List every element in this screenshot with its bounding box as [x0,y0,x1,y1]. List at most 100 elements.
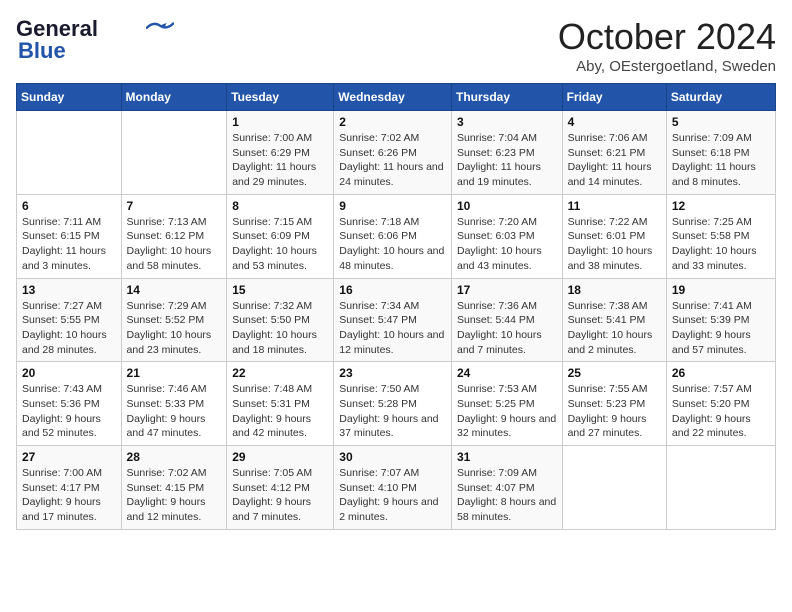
day-cell: 9 Sunrise: 7:18 AMSunset: 6:06 PMDaylight… [334,194,452,278]
day-info: Sunrise: 7:46 AMSunset: 5:33 PMDaylight:… [127,382,222,441]
day-cell: 14 Sunrise: 7:29 AMSunset: 5:52 PMDayligh… [121,278,227,362]
day-info: Sunrise: 7:05 AMSunset: 4:12 PMDaylight:… [232,466,328,525]
week-row-1: 1Sunrise: 7:00 AMSunset: 6:29 PMDaylight… [17,111,776,195]
day-info: Sunrise: 7:07 AMSunset: 4:10 PMDaylight:… [339,466,446,525]
day-info: Sunrise: 7:32 AMSunset: 5:50 PMDaylight:… [232,299,328,358]
day-number: 21 [127,366,222,380]
day-info: Sunrise: 7:41 AMSunset: 5:39 PMDaylight:… [672,299,770,358]
day-cell: 2 Sunrise: 7:02 AMSunset: 6:26 PMDaylight… [334,111,452,195]
day-number: 14 [127,283,222,297]
day-info: Sunrise: 7:43 AMSunset: 5:36 PMDaylight:… [22,382,116,441]
day-cell: 19 Sunrise: 7:41 AMSunset: 5:39 PMDayligh… [666,278,775,362]
day-info: Sunrise: 7:13 AMSunset: 6:12 PMDaylight:… [127,215,222,274]
day-info: Sunrise: 7:50 AMSunset: 5:28 PMDaylight:… [339,382,446,441]
day-cell [121,111,227,195]
day-info: Sunrise: 7:09 AMSunset: 6:18 PMDaylight:… [672,131,770,190]
header: General Blue October 2024 Aby, OEstergoe… [16,16,776,75]
header-row: SundayMondayTuesdayWednesdayThursdayFrid… [17,84,776,111]
day-number: 17 [457,283,557,297]
day-cell: 30 Sunrise: 7:07 AMSunset: 4:10 PMDayligh… [334,446,452,530]
day-number: 26 [672,366,770,380]
day-number: 20 [22,366,116,380]
day-info: Sunrise: 7:36 AMSunset: 5:44 PMDaylight:… [457,299,557,358]
day-info: Sunrise: 7:25 AMSunset: 5:58 PMDaylight:… [672,215,770,274]
day-info: Sunrise: 7:57 AMSunset: 5:20 PMDaylight:… [672,382,770,441]
day-number: 22 [232,366,328,380]
day-number: 30 [339,450,446,464]
day-cell [562,446,666,530]
day-info: Sunrise: 7:09 AMSunset: 4:07 PMDaylight:… [457,466,557,525]
day-info: Sunrise: 7:11 AMSunset: 6:15 PMDaylight:… [22,215,116,274]
day-info: Sunrise: 7:02 AMSunset: 6:26 PMDaylight:… [339,131,446,190]
day-info: Sunrise: 7:34 AMSunset: 5:47 PMDaylight:… [339,299,446,358]
day-cell: 12Sunrise: 7:25 AMSunset: 5:58 PMDayligh… [666,194,775,278]
day-cell: 1Sunrise: 7:00 AMSunset: 6:29 PMDaylight… [227,111,334,195]
day-number: 15 [232,283,328,297]
day-number: 13 [22,283,116,297]
day-cell: 10 Sunrise: 7:20 AMSunset: 6:03 PMDayligh… [451,194,562,278]
day-number: 28 [127,450,222,464]
day-number: 1 [232,115,328,129]
col-header-thursday: Thursday [451,84,562,111]
day-info: Sunrise: 7:48 AMSunset: 5:31 PMDaylight:… [232,382,328,441]
day-cell [666,446,775,530]
day-cell: 27 Sunrise: 7:00 AMSunset: 4:17 PMDayligh… [17,446,122,530]
week-row-4: 20 Sunrise: 7:43 AMSunset: 5:36 PMDayligh… [17,362,776,446]
day-cell: 7Sunrise: 7:13 AMSunset: 6:12 PMDaylight… [121,194,227,278]
logo-blue: Blue [18,38,66,64]
day-cell: 21 Sunrise: 7:46 AMSunset: 5:33 PMDayligh… [121,362,227,446]
logo: General Blue [16,16,174,64]
day-info: Sunrise: 7:06 AMSunset: 6:21 PMDaylight:… [568,131,661,190]
col-header-sunday: Sunday [17,84,122,111]
day-number: 19 [672,283,770,297]
day-number: 11 [568,199,661,213]
day-cell: 4 Sunrise: 7:06 AMSunset: 6:21 PMDaylight… [562,111,666,195]
day-info: Sunrise: 7:18 AMSunset: 6:06 PMDaylight:… [339,215,446,274]
day-cell: 5 Sunrise: 7:09 AMSunset: 6:18 PMDaylight… [666,111,775,195]
day-cell: 15 Sunrise: 7:32 AMSunset: 5:50 PMDayligh… [227,278,334,362]
day-number: 27 [22,450,116,464]
week-row-5: 27 Sunrise: 7:00 AMSunset: 4:17 PMDayligh… [17,446,776,530]
day-number: 6 [22,199,116,213]
day-cell: 28 Sunrise: 7:02 AMSunset: 4:15 PMDayligh… [121,446,227,530]
day-info: Sunrise: 7:04 AMSunset: 6:23 PMDaylight:… [457,131,557,190]
day-number: 4 [568,115,661,129]
day-number: 10 [457,199,557,213]
week-row-2: 6 Sunrise: 7:11 AMSunset: 6:15 PMDaylight… [17,194,776,278]
day-cell: 13 Sunrise: 7:27 AMSunset: 5:55 PMDayligh… [17,278,122,362]
day-number: 8 [232,199,328,213]
day-cell: 22 Sunrise: 7:48 AMSunset: 5:31 PMDayligh… [227,362,334,446]
day-info: Sunrise: 7:29 AMSunset: 5:52 PMDaylight:… [127,299,222,358]
day-number: 18 [568,283,661,297]
day-number: 23 [339,366,446,380]
day-cell: 18 Sunrise: 7:38 AMSunset: 5:41 PMDayligh… [562,278,666,362]
day-info: Sunrise: 7:02 AMSunset: 4:15 PMDaylight:… [127,466,222,525]
calendar-subtitle: Aby, OEstergoetland, Sweden [558,58,776,75]
col-header-friday: Friday [562,84,666,111]
day-number: 2 [339,115,446,129]
day-info: Sunrise: 7:38 AMSunset: 5:41 PMDaylight:… [568,299,661,358]
day-cell [17,111,122,195]
day-info: Sunrise: 7:00 AMSunset: 4:17 PMDaylight:… [22,466,116,525]
day-info: Sunrise: 7:22 AMSunset: 6:01 PMDaylight:… [568,215,661,274]
day-cell: 16Sunrise: 7:34 AMSunset: 5:47 PMDayligh… [334,278,452,362]
day-cell: 29 Sunrise: 7:05 AMSunset: 4:12 PMDayligh… [227,446,334,530]
day-number: 3 [457,115,557,129]
day-number: 5 [672,115,770,129]
day-cell: 20 Sunrise: 7:43 AMSunset: 5:36 PMDayligh… [17,362,122,446]
calendar-table: SundayMondayTuesdayWednesdayThursdayFrid… [16,83,776,530]
day-number: 9 [339,199,446,213]
col-header-saturday: Saturday [666,84,775,111]
day-number: 24 [457,366,557,380]
day-cell: 11 Sunrise: 7:22 AMSunset: 6:01 PMDayligh… [562,194,666,278]
day-cell: 26 Sunrise: 7:57 AMSunset: 5:20 PMDayligh… [666,362,775,446]
day-cell: 23 Sunrise: 7:50 AMSunset: 5:28 PMDayligh… [334,362,452,446]
day-info: Sunrise: 7:20 AMSunset: 6:03 PMDaylight:… [457,215,557,274]
day-info: Sunrise: 7:27 AMSunset: 5:55 PMDaylight:… [22,299,116,358]
day-cell: 31Sunrise: 7:09 AMSunset: 4:07 PMDayligh… [451,446,562,530]
week-row-3: 13 Sunrise: 7:27 AMSunset: 5:55 PMDayligh… [17,278,776,362]
day-info: Sunrise: 7:55 AMSunset: 5:23 PMDaylight:… [568,382,661,441]
calendar-title: October 2024 [558,16,776,58]
day-number: 29 [232,450,328,464]
logo-bird-icon [146,21,174,35]
